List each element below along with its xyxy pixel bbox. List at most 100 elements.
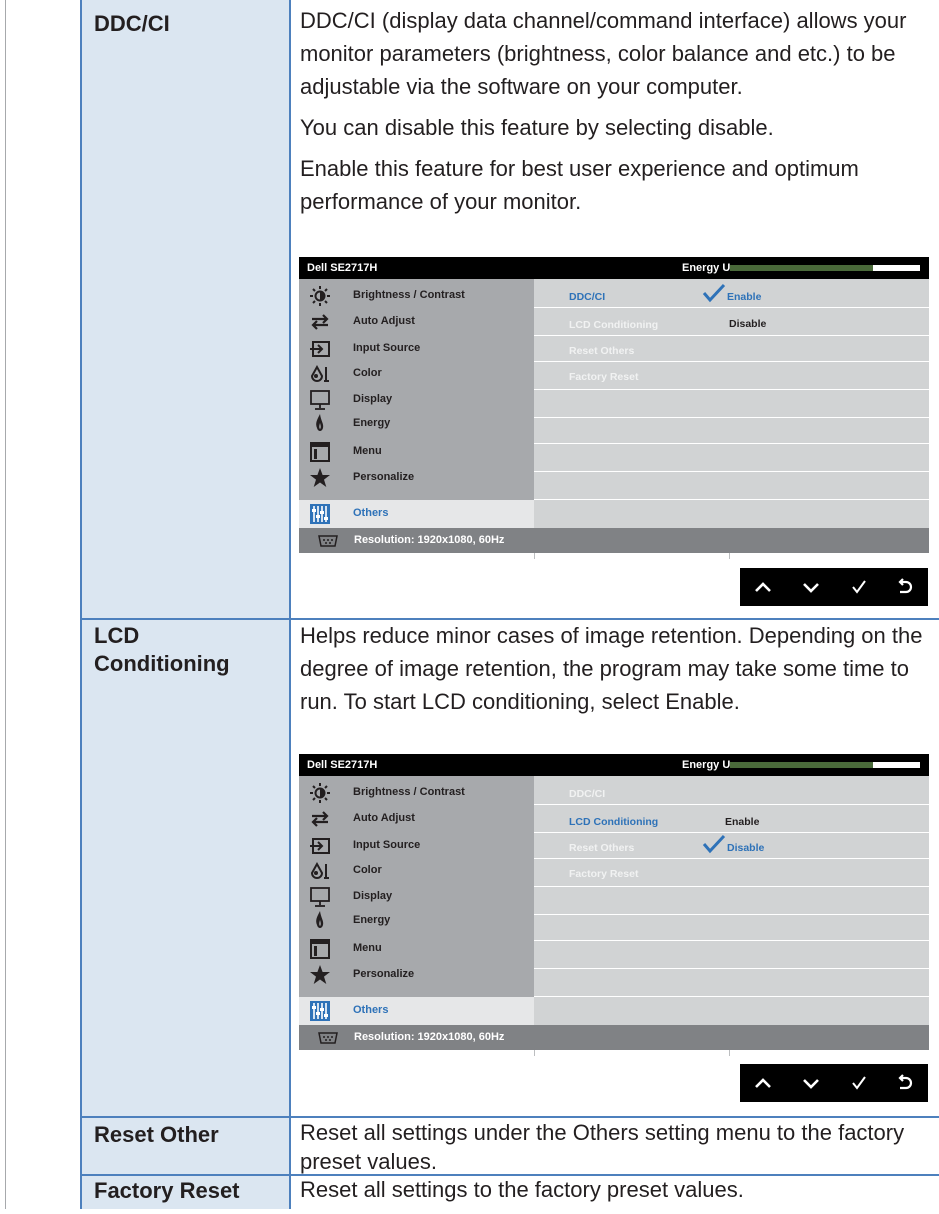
submenu-lcd-conditioning[interactable]: LCD Conditioning	[569, 816, 658, 828]
menu-label: Color	[353, 367, 382, 379]
color-icon	[307, 860, 333, 882]
submenu-factory-reset[interactable]: Factory Reset	[569, 371, 638, 383]
submenu-lcd-conditioning[interactable]: LCD Conditioning	[569, 319, 658, 331]
reset-other-paragraph: Reset all settings under the Others sett…	[300, 1120, 905, 1174]
color-icon	[307, 363, 333, 385]
menu-label: Others	[353, 1004, 389, 1016]
menu-item-personalize[interactable]: Personalize	[299, 962, 534, 988]
menu-label: Personalize	[353, 471, 415, 483]
menu-item-display[interactable]: Display	[299, 387, 534, 413]
resolution-text: Resolution: 1920x1080, 60Hz	[354, 1031, 505, 1043]
menu-label: Energy	[353, 417, 391, 429]
osd-screenshot-lcd-conditioning: Dell SE2717H Energy Use Brightness / Con…	[299, 754, 929, 1074]
menu-item-color[interactable]: Color	[299, 361, 534, 387]
energy-icon	[307, 413, 333, 435]
menu-item-personalize[interactable]: Personalize	[299, 465, 534, 491]
brightness-icon	[307, 782, 333, 804]
osd-status-bar: Resolution: 1920x1080, 60Hz	[299, 528, 929, 553]
menu-item-auto-adjust[interactable]: Auto Adjust	[299, 806, 534, 832]
option-disable[interactable]: Disable	[729, 318, 766, 330]
menu-item-input-source[interactable]: Input Source	[299, 336, 534, 362]
osd-screenshot-ddcci: Dell SE2717H Energy Use Brightness / Con…	[299, 257, 929, 577]
input-source-icon	[307, 835, 333, 857]
resolution-text: Resolution: 1920x1080, 60Hz	[354, 534, 505, 546]
menu-item-display[interactable]: Display	[299, 884, 534, 910]
down-arrow-icon[interactable]	[798, 1064, 824, 1102]
term-ddcci: DDC/CI	[94, 11, 170, 36]
check-icon	[702, 283, 726, 303]
osd-status-bar: Resolution: 1920x1080, 60Hz	[299, 1025, 929, 1050]
menu-item-input-source[interactable]: Input Source	[299, 833, 534, 859]
lcd-conditioning-description: Helps reduce minor cases of image retent…	[300, 619, 930, 726]
menu-label: Display	[353, 393, 393, 405]
menu-item-others[interactable]: Others	[299, 998, 534, 1024]
menu-label: Auto Adjust	[353, 315, 415, 327]
menu-item-brightness[interactable]: Brightness / Contrast	[299, 283, 534, 309]
menu-label: Others	[353, 507, 389, 519]
brightness-icon	[307, 285, 333, 307]
submenu-reset-others[interactable]: Reset Others	[569, 345, 634, 357]
others-icon	[307, 503, 333, 525]
connector-icon	[318, 535, 338, 547]
ddcci-description: DDC/CI (display data channel/command int…	[300, 4, 930, 226]
submenu-reset-others[interactable]: Reset Others	[569, 842, 634, 854]
ddcci-paragraph-3: Enable this feature for best user experi…	[300, 156, 859, 214]
energy-icon	[307, 910, 333, 932]
term-column-background	[81, 0, 289, 1209]
osd-title-bar: Dell SE2717H Energy Use	[299, 257, 929, 279]
submenu-factory-reset[interactable]: Factory Reset	[569, 868, 638, 880]
auto-adjust-icon	[307, 808, 333, 830]
check-icon[interactable]	[846, 1064, 872, 1102]
option-enable[interactable]: Enable	[727, 291, 761, 303]
menu-item-menu[interactable]: Menu	[299, 936, 534, 962]
back-icon[interactable]	[892, 1064, 918, 1102]
factory-reset-description: Reset all settings to the factory preset…	[300, 1174, 930, 1214]
menu-label: Input Source	[353, 839, 421, 851]
menu-label: Auto Adjust	[353, 812, 415, 824]
menu-label: Menu	[353, 942, 382, 954]
menu-item-menu[interactable]: Menu	[299, 439, 534, 465]
menu-item-auto-adjust[interactable]: Auto Adjust	[299, 309, 534, 335]
table-column-divider	[289, 0, 291, 1209]
term-factory-reset: Factory Reset	[94, 1178, 240, 1203]
menu-label: Color	[353, 864, 382, 876]
menu-label: Display	[353, 890, 393, 902]
menu-icon	[307, 441, 333, 463]
ddcci-paragraph-2: You can disable this feature by selectin…	[300, 115, 774, 140]
term-lcd-conditioning: LCD Conditioning	[94, 622, 230, 678]
menu-label: Input Source	[353, 342, 421, 354]
back-icon[interactable]	[892, 568, 918, 606]
menu-label: Brightness / Contrast	[353, 289, 465, 301]
option-disable[interactable]: Disable	[727, 842, 764, 854]
option-enable[interactable]: Enable	[725, 816, 759, 828]
energy-use-meter	[730, 762, 920, 768]
menu-item-color[interactable]: Color	[299, 858, 534, 884]
menu-label: Personalize	[353, 968, 415, 980]
ddcci-paragraph-1: DDC/CI (display data channel/command int…	[300, 8, 907, 99]
auto-adjust-icon	[307, 311, 333, 333]
menu-label: Energy	[353, 914, 391, 926]
submenu-ddcci[interactable]: DDC/CI	[569, 291, 605, 303]
connector-icon	[318, 1032, 338, 1044]
menu-item-energy[interactable]: Energy	[299, 411, 534, 437]
osd-nav-buttons	[740, 568, 928, 606]
up-arrow-icon[interactable]	[750, 568, 776, 606]
osd-model-name: Dell SE2717H	[307, 262, 378, 274]
submenu-ddcci[interactable]: DDC/CI	[569, 788, 605, 800]
menu-item-energy[interactable]: Energy	[299, 908, 534, 934]
left-margin-line	[5, 0, 6, 1209]
factory-reset-paragraph: Reset all settings to the factory preset…	[300, 1177, 744, 1202]
others-icon	[307, 1000, 333, 1022]
up-arrow-icon[interactable]	[750, 1064, 776, 1102]
osd-nav-buttons	[740, 1064, 928, 1102]
menu-item-others[interactable]: Others	[299, 501, 534, 527]
check-icon[interactable]	[846, 568, 872, 606]
energy-use-meter	[730, 265, 920, 271]
menu-label: Brightness / Contrast	[353, 786, 465, 798]
display-icon	[307, 389, 333, 411]
down-arrow-icon[interactable]	[798, 568, 824, 606]
star-icon	[307, 964, 333, 986]
term-line: LCD	[94, 623, 140, 648]
osd-submenu-panel	[534, 776, 929, 1025]
menu-item-brightness[interactable]: Brightness / Contrast	[299, 780, 534, 806]
